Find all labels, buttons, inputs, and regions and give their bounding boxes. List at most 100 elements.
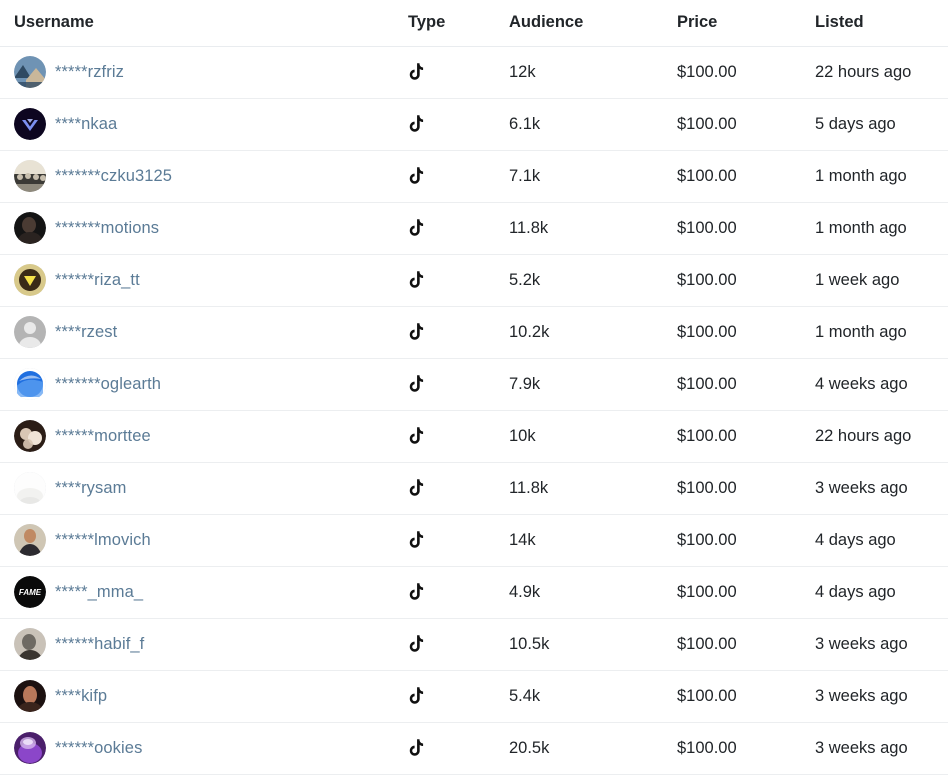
table-header-row: Username Type Audience Price Listed: [0, 0, 948, 46]
avatar: [14, 108, 46, 140]
cell-listed: 22 hours ago: [815, 410, 948, 462]
cell-listed: 1 week ago: [815, 254, 948, 306]
user-wrap: ******morttee: [14, 420, 408, 452]
table-row[interactable]: ******morttee10k$100.0022 hours ago: [0, 410, 948, 462]
cell-type: [408, 514, 509, 566]
table-row[interactable]: FAME*****_mma_4.9k$100.004 days ago: [0, 566, 948, 618]
user-wrap: ****kifp: [14, 680, 408, 712]
table-row[interactable]: ****kifp5.4k$100.003 weeks ago: [0, 670, 948, 722]
tiktok-icon: [408, 583, 425, 602]
table-row[interactable]: *******czku3125 7.1k$100.001 month ago: [0, 150, 948, 202]
tiktok-icon: [408, 479, 425, 498]
cell-audience: 7.9k: [509, 358, 677, 410]
cell-listed: 3 weeks ago: [815, 722, 948, 774]
table-row[interactable]: ****nkaa 6.1k$100.005 days ago: [0, 98, 948, 150]
avatar: [14, 160, 46, 192]
username-link[interactable]: ******habif_f: [55, 635, 144, 654]
username-link[interactable]: *******oglearth: [55, 375, 161, 394]
username-link[interactable]: *******motions: [55, 219, 159, 238]
tiktok-icon: [408, 739, 425, 758]
table-row[interactable]: *******oglearth7.9k$100.004 weeks ago: [0, 358, 948, 410]
cell-price: $100.00: [677, 150, 815, 202]
user-wrap: *******motions: [14, 212, 408, 244]
cell-listed: 5 days ago: [815, 98, 948, 150]
username-link[interactable]: ******ookies: [55, 739, 142, 758]
column-header-listed[interactable]: Listed: [815, 0, 948, 46]
table-row[interactable]: ******riza_tt5.2k$100.001 week ago: [0, 254, 948, 306]
avatar: [14, 420, 46, 452]
username-link[interactable]: ******morttee: [55, 427, 151, 446]
table-row[interactable]: *******motions11.8k$100.001 month ago: [0, 202, 948, 254]
cell-price: $100.00: [677, 46, 815, 98]
avatar: FAME: [14, 576, 46, 608]
username-link[interactable]: ******riza_tt: [55, 271, 140, 290]
username-link[interactable]: *******czku3125: [55, 167, 172, 186]
tiktok-icon: [408, 635, 425, 654]
cell-username: *****rzfriz: [0, 46, 408, 98]
cell-price: $100.00: [677, 306, 815, 358]
table-row[interactable]: ******lmovich14k$100.004 days ago: [0, 514, 948, 566]
avatar: [14, 368, 46, 400]
column-header-type[interactable]: Type: [408, 0, 509, 46]
cell-type: [408, 358, 509, 410]
cell-listed: 1 month ago: [815, 150, 948, 202]
avatar: [14, 680, 46, 712]
cell-audience: 10.2k: [509, 306, 677, 358]
cell-type: [408, 202, 509, 254]
tiktok-icon: [408, 427, 425, 446]
table-body: *****rzfriz12k$100.0022 hours ago****nka…: [0, 46, 948, 774]
column-header-audience[interactable]: Audience: [509, 0, 677, 46]
cell-audience: 7.1k: [509, 150, 677, 202]
avatar: [14, 316, 46, 348]
cell-type: [408, 46, 509, 98]
cell-listed: 4 weeks ago: [815, 358, 948, 410]
cell-audience: 6.1k: [509, 98, 677, 150]
table-header: Username Type Audience Price Listed: [0, 0, 948, 46]
cell-price: $100.00: [677, 410, 815, 462]
tiktok-icon: [408, 687, 425, 706]
username-link[interactable]: *****_mma_: [55, 583, 143, 602]
cell-audience: 20.5k: [509, 722, 677, 774]
cell-username: *******czku3125: [0, 150, 408, 202]
cell-listed: 4 days ago: [815, 566, 948, 618]
cell-price: $100.00: [677, 618, 815, 670]
table-row[interactable]: ******habif_f10.5k$100.003 weeks ago: [0, 618, 948, 670]
table-row[interactable]: *****rzfriz12k$100.0022 hours ago: [0, 46, 948, 98]
cell-price: $100.00: [677, 98, 815, 150]
cell-username: *******oglearth: [0, 358, 408, 410]
cell-type: [408, 722, 509, 774]
username-link[interactable]: ******lmovich: [55, 531, 151, 550]
column-header-price[interactable]: Price: [677, 0, 815, 46]
table-row[interactable]: ****rzest10.2k$100.001 month ago: [0, 306, 948, 358]
cell-listed: 3 weeks ago: [815, 462, 948, 514]
tiktok-icon: [408, 115, 425, 134]
user-wrap: *******czku3125: [14, 160, 408, 192]
username-link[interactable]: ****kifp: [55, 687, 107, 706]
cell-username: *******motions: [0, 202, 408, 254]
cell-type: [408, 462, 509, 514]
table-row[interactable]: ******ookies 20.5k$100.003 weeks ago: [0, 722, 948, 774]
cell-username: ******ookies: [0, 722, 408, 774]
cell-listed: 3 weeks ago: [815, 670, 948, 722]
cell-audience: 5.4k: [509, 670, 677, 722]
cell-price: $100.00: [677, 722, 815, 774]
avatar: [14, 628, 46, 660]
username-link[interactable]: *****rzfriz: [55, 63, 124, 82]
user-wrap: ******lmovich: [14, 524, 408, 556]
cell-username: ****nkaa: [0, 98, 408, 150]
table-row[interactable]: ****rysam11.8k$100.003 weeks ago: [0, 462, 948, 514]
username-link[interactable]: ****rzest: [55, 323, 117, 342]
username-link[interactable]: ****nkaa: [55, 115, 117, 134]
username-link[interactable]: ****rysam: [55, 479, 127, 498]
cell-username: ******morttee: [0, 410, 408, 462]
tiktok-icon: [408, 375, 425, 394]
tiktok-icon: [408, 531, 425, 550]
tiktok-icon: [408, 63, 425, 82]
cell-audience: 10.5k: [509, 618, 677, 670]
column-header-username[interactable]: Username: [0, 0, 408, 46]
cell-username: ******habif_f: [0, 618, 408, 670]
cell-price: $100.00: [677, 202, 815, 254]
cell-price: $100.00: [677, 254, 815, 306]
cell-username: ****rzest: [0, 306, 408, 358]
user-wrap: ******ookies: [14, 732, 408, 764]
